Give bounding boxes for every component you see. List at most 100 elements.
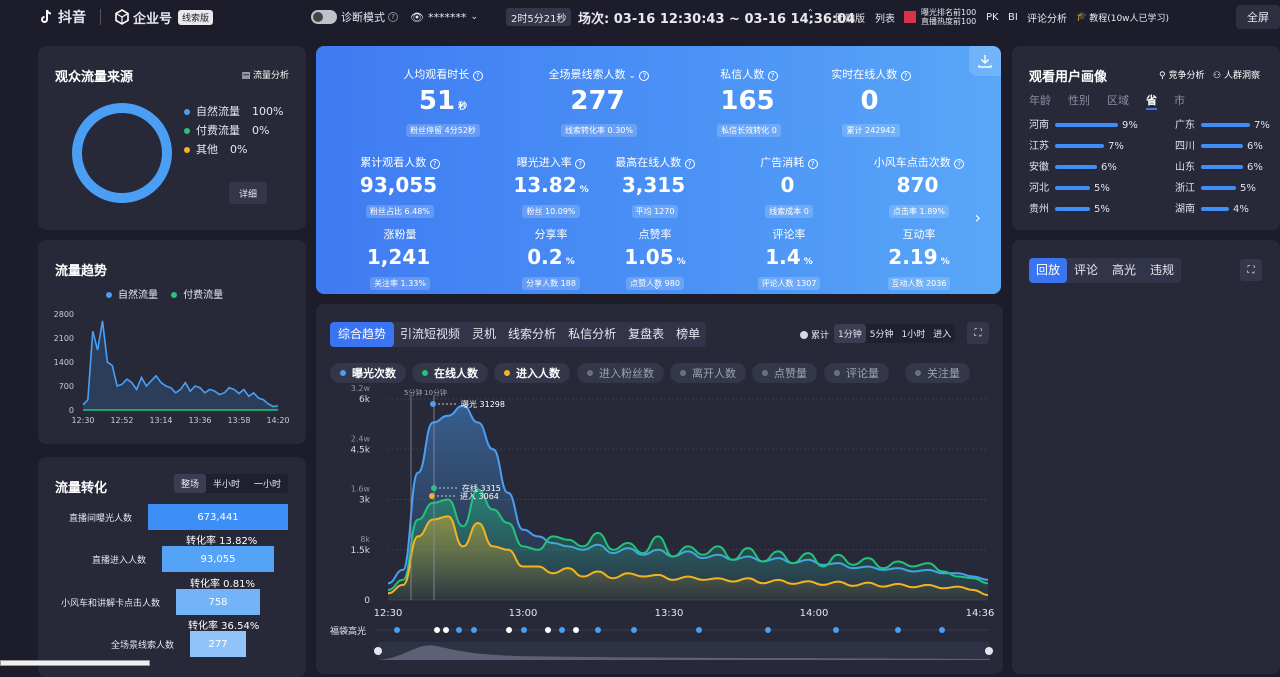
brush-handle-left[interactable] [374, 647, 382, 655]
bag-event-dot[interactable] [443, 627, 449, 633]
help-icon[interactable]: ? [472, 71, 483, 81]
kpi-sub: 点击率 1.89% [889, 205, 949, 218]
tab-violations[interactable]: 违规 [1143, 258, 1181, 283]
peak-marker[interactable] [430, 401, 436, 407]
bag-event-dot[interactable] [696, 627, 702, 633]
help-icon[interactable]: ? [388, 12, 398, 22]
eye-icon: 👁 [410, 10, 424, 24]
groupbuy-link[interactable]: 团购版 [835, 0, 865, 34]
tab-lingji[interactable]: 灵机 [466, 322, 502, 347]
tutorial-link[interactable]: 🎓 教程(10w人已学习) [1076, 0, 1169, 34]
bag-event-dot[interactable] [573, 627, 579, 633]
tab-gender[interactable]: 性别 [1068, 92, 1090, 110]
tab-short-video[interactable]: 引流短视频 [394, 322, 466, 347]
expand-chevron-icon[interactable]: ⌄ [653, 282, 661, 292]
chip-exposure[interactable]: 曝光次数 [330, 363, 406, 383]
bag-event-dot[interactable] [456, 627, 462, 633]
bag-event-dot[interactable] [765, 627, 771, 633]
tab-ranking[interactable]: 榜单 [670, 322, 706, 347]
help-icon[interactable]: ? [900, 71, 911, 81]
competition-link[interactable]: ⚲ 竞争分析 [1159, 68, 1204, 81]
bag-event-dot[interactable] [506, 627, 512, 633]
tab-replay[interactable]: 回放 [1029, 258, 1068, 283]
enterprise-logo[interactable]: 企业号 线索版 [114, 0, 214, 34]
toggle-switch[interactable] [311, 10, 337, 24]
tab-lead-analysis[interactable]: 线索分析 [502, 322, 562, 347]
comment-analysis-link[interactable]: 评论分析 [1027, 0, 1067, 34]
brush-handle-right[interactable] [985, 647, 993, 655]
chip-follows[interactable]: 关注量 [905, 363, 970, 383]
session-switcher[interactable]: ⌃ ⌄ [807, 0, 814, 34]
chip-online[interactable]: 在线人数 [412, 363, 488, 383]
ranking-ticker[interactable]: 曝光排名前100 直播热度前100 [904, 0, 976, 34]
help-icon[interactable]: ? [767, 71, 778, 81]
download-icon[interactable] [969, 46, 1001, 76]
chip-comments[interactable]: 评论量 [824, 363, 889, 383]
help-icon[interactable]: ? [639, 71, 650, 81]
chip-dot [504, 370, 510, 376]
tab-dm-analysis[interactable]: 私信分析 [562, 322, 622, 347]
chevron-right-icon[interactable]: › [975, 208, 981, 227]
horizontal-scrollbar[interactable] [0, 660, 150, 666]
tab-comments[interactable]: 评论 [1067, 258, 1105, 283]
interval-5min[interactable]: 5分钟 [866, 324, 898, 343]
detail-button[interactable]: 详细 [229, 182, 267, 204]
tab-whole[interactable]: 整场 [174, 474, 207, 493]
help-icon[interactable]: ? [684, 159, 695, 169]
bag-event-dot[interactable] [595, 627, 601, 633]
tab-one-hour[interactable]: 一小时 [247, 474, 288, 493]
bag-event-dot[interactable] [521, 627, 527, 633]
fullscreen-button[interactable]: 全屏 [1236, 5, 1280, 29]
kpi-value-text: 870 [896, 173, 939, 197]
chevron-up-icon[interactable]: ⌃ [807, 8, 814, 17]
legend-value: 100% [252, 105, 284, 118]
chip-enter-fans[interactable]: 进入粉丝数 [577, 363, 664, 383]
tab-region[interactable]: 区域 [1107, 92, 1129, 110]
chevron-down-icon[interactable]: ⌄ [626, 71, 636, 81]
kpi-card: 人均观看时长 ? 51 秒粉丝停留 4分52秒 全场景线索人数 ⌄ ? 277 线索转化率… [316, 46, 1001, 294]
help-icon[interactable]: ? [429, 159, 440, 169]
account-select[interactable]: 👁 ******* ⌄ [410, 0, 478, 34]
pk-link[interactable]: PK [986, 0, 999, 34]
source-legend: 自然流量 100% 付费流量 0% 其他 0% [184, 102, 283, 159]
bag-event-dot[interactable] [939, 627, 945, 633]
crowd-link[interactable]: ⚇ 人群洞察 [1213, 68, 1260, 81]
diag-toggle[interactable]: 诊断模式 ? [311, 0, 398, 34]
bag-event-dot[interactable] [895, 627, 901, 633]
interval-1hour[interactable]: 1小时 [897, 324, 929, 343]
tab-province[interactable]: 省 [1146, 92, 1157, 110]
interval-1min[interactable]: 1分钟 [834, 324, 866, 343]
tab-highlights[interactable]: 高光 [1105, 258, 1143, 283]
kpi-value: 277 [529, 88, 669, 114]
list-link[interactable]: 列表 [875, 0, 895, 34]
help-icon[interactable]: ? [575, 159, 586, 169]
bag-event-dot[interactable] [434, 627, 440, 633]
kpi-label-text: 实时在线人数 [831, 68, 898, 81]
divider [100, 9, 101, 25]
help-icon[interactable]: ? [807, 159, 818, 169]
tab-city[interactable]: 市 [1174, 92, 1185, 110]
bi-link[interactable]: BI [1008, 0, 1018, 34]
bag-event-dot[interactable] [394, 627, 400, 633]
expand-icon[interactable]: ⛶ [967, 322, 989, 344]
chip-likes[interactable]: 点赞量 [752, 363, 817, 383]
chip-leave[interactable]: 离开人数 [670, 363, 746, 383]
bag-event-dot[interactable] [833, 627, 839, 633]
bag-event-dot[interactable] [471, 627, 477, 633]
chevron-down-icon[interactable]: ⌄ [807, 17, 814, 26]
province-bar [1055, 144, 1104, 148]
tab-age[interactable]: 年龄 [1029, 92, 1051, 110]
bag-event-dot[interactable] [631, 627, 637, 633]
traffic-analysis-link[interactable]: ▤ 流量分析 [242, 68, 289, 81]
interval-enter[interactable]: 进入 [929, 324, 955, 343]
tab-half-hour[interactable]: 半小时 [206, 474, 247, 493]
cumulative-toggle[interactable]: 累计 [800, 328, 829, 341]
chip-enter[interactable]: 进入人数 [494, 363, 570, 383]
bag-event-dot[interactable] [545, 627, 551, 633]
bag-event-dot[interactable] [559, 627, 565, 633]
douyin-logo[interactable]: 抖音 [38, 0, 86, 34]
tab-review[interactable]: 复盘表 [622, 322, 670, 347]
help-icon[interactable]: ? [954, 159, 965, 169]
tab-overall-trend[interactable]: 综合趋势 [330, 322, 395, 347]
expand-icon[interactable]: ⛶ [1240, 259, 1262, 281]
